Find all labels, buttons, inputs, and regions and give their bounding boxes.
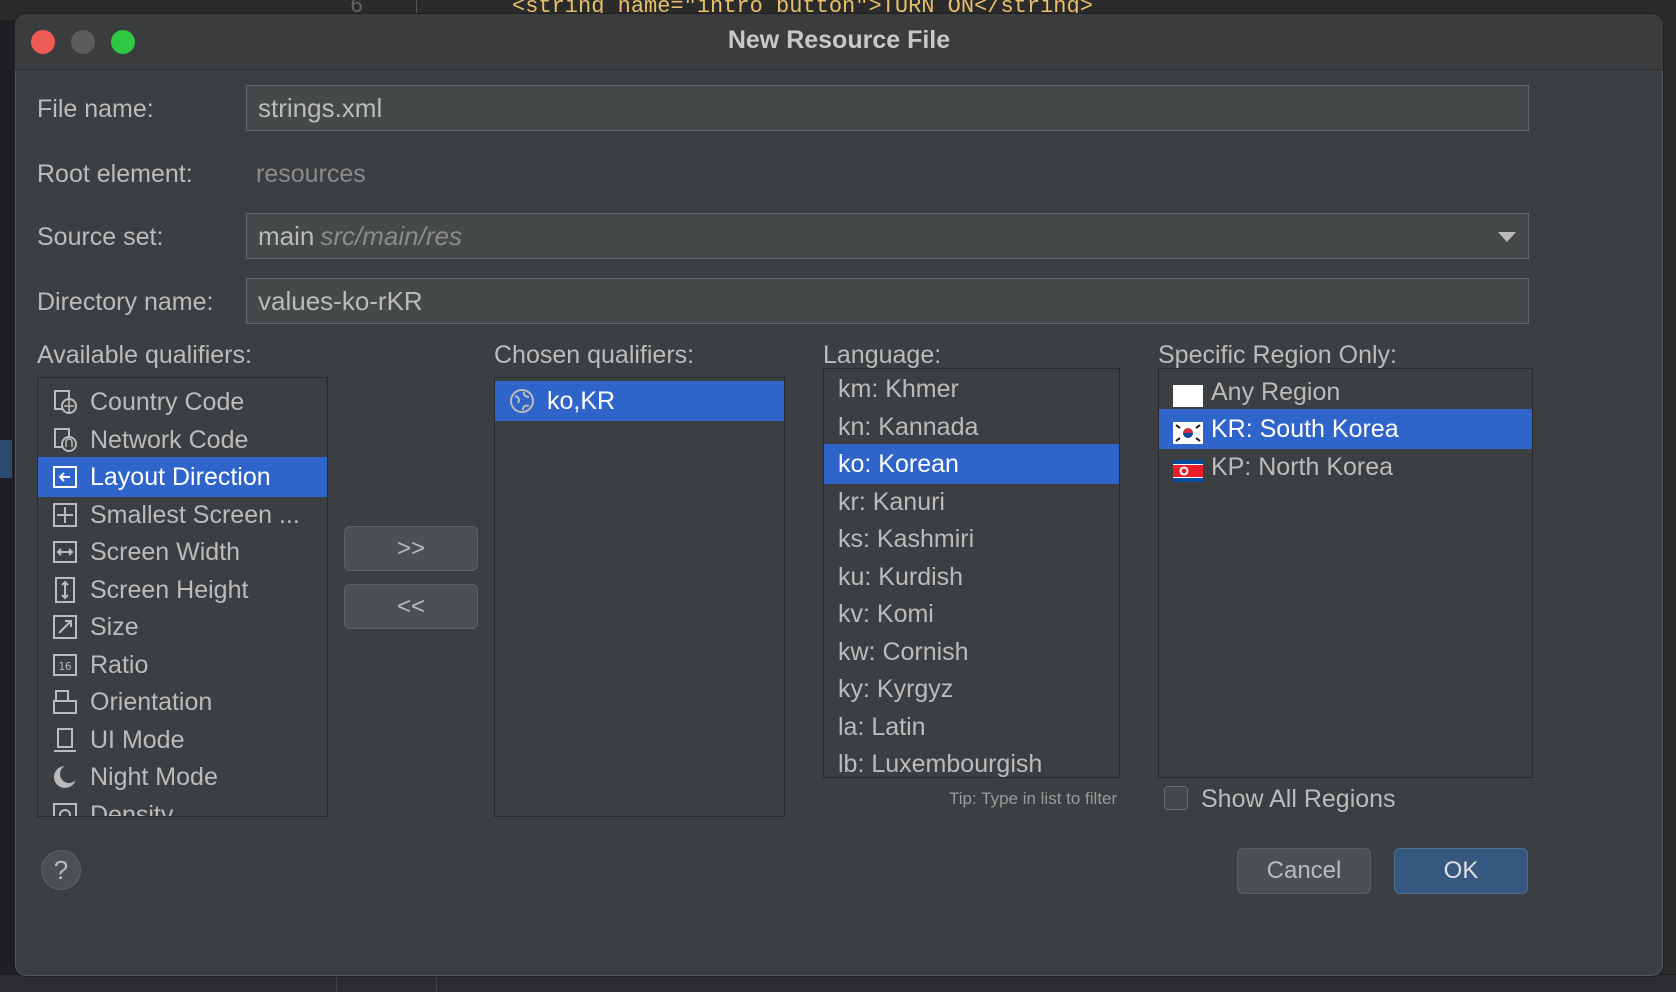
dialog-title: New Resource File [727,26,951,54]
language-item[interactable]: kr: Kanuri [824,482,1119,522]
density-icon [52,802,78,816]
night-mode-icon [52,764,78,790]
screen-height-icon [52,577,78,603]
language-item[interactable]: ku: Kurdish [824,557,1119,597]
source-set-dropdown[interactable]: main src/main/res [246,213,1529,259]
source-set-value: main [258,221,315,251]
available-qualifiers-list[interactable]: Country Code Network Code Layout Directi… [37,377,328,817]
north-korea-flag-icon [1173,454,1203,482]
qualifier-item-ratio[interactable]: 16 Ratio [38,645,327,685]
help-button[interactable]: ? [41,850,81,890]
language-item[interactable]: kv: Komi [824,594,1119,634]
qualifier-item-orientation[interactable]: Orientation [38,682,327,722]
globe-icon [509,388,535,414]
title-bar: New Resource File [15,14,1663,70]
language-list[interactable]: km: Khmer kn: Kannada ko: Korean kr: Kan… [823,368,1120,778]
language-item[interactable]: la: Latin [824,707,1119,747]
file-name-label: File name: [37,95,154,123]
qualifier-item-screen-width[interactable]: Screen Width [38,532,327,572]
language-item[interactable]: lb: Luxembourgish [824,744,1119,777]
directory-name-value: values-ko-rKR [258,286,423,316]
chosen-qualifiers-label: Chosen qualifiers: [494,341,695,369]
language-item[interactable]: ks: Kashmiri [824,519,1119,559]
source-set-path: src/main/res [320,221,462,251]
region-item-north-korea[interactable]: KP: North Korea [1159,447,1532,487]
size-icon [52,614,78,640]
source-set-label: Source set: [37,223,164,251]
remove-qualifier-button[interactable]: << [344,584,478,629]
south-korea-flag-icon [1173,416,1203,444]
qualifier-item-screen-height[interactable]: Screen Height [38,570,327,610]
chosen-qualifier-item[interactable]: ko,KR [495,381,784,421]
language-item-selected[interactable]: ko: Korean [824,444,1119,484]
file-name-value: strings.xml [258,93,383,123]
qualifier-item-layout-direction[interactable]: Layout Direction [38,457,327,497]
new-resource-file-dialog: New Resource File File name: strings.xml… [14,13,1664,977]
show-all-regions-label[interactable]: Show All Regions [1201,784,1396,814]
layout-direction-icon [52,464,78,490]
chosen-qualifiers-list[interactable]: ko,KR [494,377,785,817]
language-item[interactable]: ky: Kyrgyz [824,669,1119,709]
add-qualifier-button[interactable]: >> [344,526,478,571]
language-item[interactable]: kn: Kannada [824,407,1119,447]
qualifier-item-size[interactable]: Size [38,607,327,647]
language-label: Language: [823,341,942,369]
language-item[interactable]: kw: Cornish [824,632,1119,672]
qualifier-item-country-code[interactable]: Country Code [38,382,327,422]
background-status-strip [0,975,1676,992]
qualifier-item-ui-mode[interactable]: UI Mode [38,720,327,760]
network-code-icon [52,427,78,453]
root-element-label: Root element: [37,160,193,188]
region-label: Specific Region Only: [1158,341,1398,369]
qualifier-item-night-mode[interactable]: Night Mode [38,757,327,797]
file-name-field[interactable]: strings.xml [246,85,1529,131]
chevron-down-icon [1498,232,1516,242]
region-item-south-korea[interactable]: KR: South Korea [1159,409,1532,449]
root-element-value: resources [256,160,366,188]
screen-width-icon [52,539,78,565]
directory-name-label: Directory name: [37,288,214,316]
orientation-icon [52,689,78,715]
available-qualifiers-label: Available qualifiers: [37,341,252,369]
language-item[interactable]: km: Khmer [824,369,1119,409]
region-item-any[interactable]: Any Region [1159,372,1532,412]
smallest-screen-icon [52,502,78,528]
ratio-icon: 16 [52,652,78,678]
background-right-edge [1662,14,1676,974]
ok-button[interactable]: OK [1394,848,1528,894]
qualifier-item-smallest-screen[interactable]: Smallest Screen ... [38,495,327,535]
region-list[interactable]: Any Region KR: South Korea KP: North Kor… [1158,368,1533,778]
show-all-regions-checkbox[interactable] [1164,786,1188,810]
qualifier-item-network-code[interactable]: Network Code [38,420,327,460]
country-code-icon [52,389,78,415]
svg-text:16: 16 [58,660,71,673]
filter-tip: Tip: Type in list to filter [949,789,1118,808]
directory-name-field[interactable]: values-ko-rKR [246,278,1529,324]
qualifier-item-density[interactable]: Density [38,795,327,816]
background-marker [0,440,12,478]
ui-mode-icon [52,727,78,753]
blank-flag-icon [1173,379,1203,407]
cancel-button[interactable]: Cancel [1237,848,1371,894]
